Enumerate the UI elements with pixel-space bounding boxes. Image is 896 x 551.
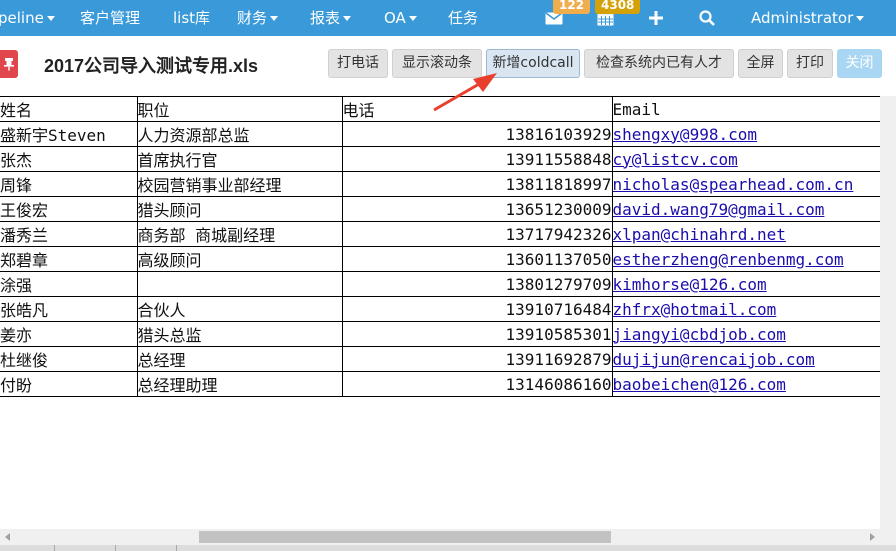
email-link[interactable]: estherzheng@renbenmg.com [613,250,844,269]
horizontal-scrollbar[interactable] [0,529,880,545]
file-title: 2017公司导入测试专用.xls [44,56,259,76]
cell-name[interactable]: 郑碧章 [0,246,138,272]
cell-phone[interactable]: 13717942326 [342,221,613,247]
column-header-position: 职位 [137,96,343,122]
calendar-count-badge: 4308 [595,0,641,14]
email-link[interactable]: shengxy@998.com [613,125,758,144]
column-header-name: 姓名 [0,96,138,122]
cell-position[interactable]: 总经理 [137,346,343,372]
cell-phone[interactable]: 13911692879 [342,346,613,372]
sheet-tab[interactable] [116,545,177,551]
cell-phone[interactable]: 13801279709 [342,271,613,297]
plus-icon[interactable] [649,0,665,36]
email-link[interactable]: kimhorse@126.com [613,275,767,294]
table-row: 周锋 校园营销事业部经理 13811818997 nicholas@spearh… [0,171,896,197]
chevron-down-icon [408,16,417,21]
cell-name[interactable]: 付盼 [0,371,138,397]
cell-name[interactable]: 盛新宇Steven [0,121,138,147]
column-header-phone: 电话 [342,96,613,122]
cell-position[interactable]: 猎头总监 [137,321,343,347]
cell-phone[interactable]: 13601137050 [342,246,613,272]
cell-phone[interactable]: 13911558848 [342,146,613,172]
nav-item-customer-management[interactable]: 客户管理 [80,0,140,36]
table-row: 潘秀兰 商务部 商城副经理 13717942326 xlpan@chinahrd… [0,221,896,247]
cell-phone[interactable]: 13651230009 [342,196,613,222]
cell-phone[interactable]: 13816103929 [342,121,613,147]
chevron-down-icon [343,16,352,21]
cell-name[interactable]: 涂强 [0,271,138,297]
scroll-right-icon[interactable] [870,533,875,541]
search-icon[interactable] [699,0,717,36]
cell-name[interactable]: 张皓凡 [0,296,138,322]
cell-name[interactable]: 杜继俊 [0,346,138,372]
chevron-down-icon [46,16,55,21]
scroll-left-icon[interactable] [5,533,10,541]
cell-position[interactable]: 人力资源部总监 [137,121,343,147]
cell-name[interactable]: 周锋 [0,171,138,197]
spreadsheet: 姓名 职位 电话 Email 盛新宇Steven 人力资源部总监 1381610… [0,96,896,397]
cell-name[interactable]: 王俊宏 [0,196,138,222]
email-link[interactable]: dujijun@rencaijob.com [613,350,815,369]
mail-count-badge: 122 [553,0,591,14]
call-button[interactable]: 打电话 [328,49,388,78]
table-row: 张皓凡 合伙人 13910716484 zhfrx@hotmail.com [0,296,896,322]
cell-position[interactable]: 猎头顾问 [137,196,343,222]
scrollbar-thumb[interactable] [199,531,611,543]
close-button[interactable]: 关闭 [837,49,882,78]
email-link[interactable]: cy@listcv.com [613,150,738,169]
email-link[interactable]: david.wang79@gmail.com [613,200,825,219]
cell-position[interactable]: 校园营销事业部经理 [137,171,343,197]
contacts-table: 姓名 职位 电话 Email 盛新宇Steven 人力资源部总监 1381610… [0,96,896,397]
table-row: 张杰 首席执行官 13911558848 cy@listcv.com [0,146,896,172]
email-link[interactable]: zhfrx@hotmail.com [613,300,777,319]
cell-phone[interactable]: 13811818997 [342,171,613,197]
nav-item-list-library[interactable]: list库 [173,0,210,36]
cell-position[interactable] [137,271,343,297]
cell-position[interactable]: 合伙人 [137,296,343,322]
column-header-email: Email [612,96,896,122]
table-row: 王俊宏 猎头顾问 13651230009 david.wang79@gmail.… [0,196,896,222]
top-nav: peline 客户管理 list库 财务 报表 OA 任务 122 4308 A… [0,0,896,36]
show-scrollbar-button[interactable]: 显示滚动条 [392,49,482,78]
cell-position[interactable]: 高级顾问 [137,246,343,272]
email-link[interactable]: nicholas@spearhead.com.cn [613,175,854,194]
table-row: 郑碧章 高级顾问 13601137050 estherzheng@renbenm… [0,246,896,272]
cell-position[interactable]: 商务部 商城副经理 [137,221,343,247]
vertical-scrollbar[interactable] [880,96,896,545]
cell-position[interactable]: 首席执行官 [137,146,343,172]
fullscreen-button[interactable]: 全屏 [738,49,783,78]
nav-item-finance[interactable]: 财务 [237,0,279,36]
sheet-tab-strip [0,545,896,551]
chevron-down-icon [856,16,865,21]
check-talent-button[interactable]: 检查系统内已有人才 [584,49,734,78]
print-button[interactable]: 打印 [787,49,833,78]
nav-item-oa[interactable]: OA [384,0,417,36]
table-row: 姜亦 猎头总监 13910585301 jiangyi@cbdjob.com [0,321,896,347]
nav-item-pipeline[interactable]: peline [0,0,55,36]
add-coldcall-button[interactable]: 新增coldcall [486,49,580,78]
nav-item-tasks[interactable]: 任务 [448,0,478,36]
table-header-row: 姓名 职位 电话 Email [0,96,896,122]
email-link[interactable]: jiangyi@cbdjob.com [613,325,786,344]
cell-name[interactable]: 潘秀兰 [0,221,138,247]
email-link[interactable]: baobeichen@126.com [613,375,786,394]
table-row: 盛新宇Steven 人力资源部总监 13816103929 shengxy@99… [0,121,896,147]
user-menu[interactable]: Administrator [751,0,865,36]
email-link[interactable]: xlpan@chinahrd.net [613,225,786,244]
sheet-tab[interactable] [0,545,55,551]
table-row: 涂强 13801279709 kimhorse@126.com [0,271,896,297]
table-row: 杜继俊 总经理 13911692879 dujijun@rencaijob.co… [0,346,896,372]
cell-phone[interactable]: 13910716484 [342,296,613,322]
table-row: 付盼 总经理助理 13146086160 baobeichen@126.com [0,371,896,397]
cell-position[interactable]: 总经理助理 [137,371,343,397]
pin-icon[interactable] [0,50,18,78]
cell-phone[interactable]: 13910585301 [342,321,613,347]
nav-item-reports[interactable]: 报表 [310,0,352,36]
cell-name[interactable]: 姜亦 [0,321,138,347]
chevron-down-icon [270,16,279,21]
cell-name[interactable]: 张杰 [0,146,138,172]
sheet-tab[interactable] [55,545,116,551]
cell-phone[interactable]: 13146086160 [342,371,613,397]
